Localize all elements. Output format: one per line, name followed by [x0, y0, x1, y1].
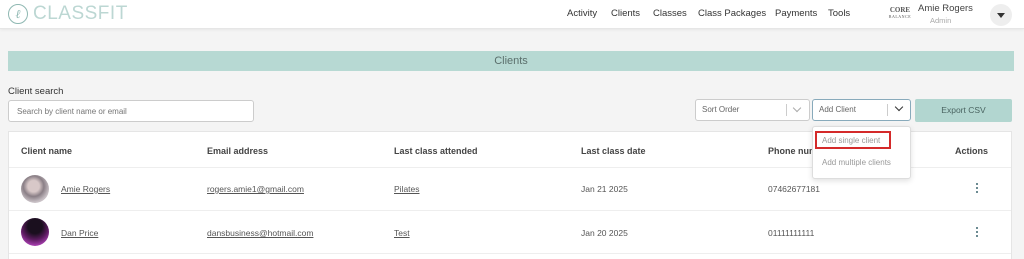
- add-client-label: Add Client: [819, 105, 856, 114]
- top-navbar: ℓ CLASSFIT Activity Clients Classes Clas…: [0, 0, 1024, 29]
- avatar[interactable]: [21, 218, 49, 246]
- highlight-annotation-box: [815, 131, 891, 149]
- avatar[interactable]: [21, 175, 49, 203]
- last-class-link[interactable]: Test: [394, 228, 410, 238]
- nav-item-activity[interactable]: Activity: [567, 8, 597, 19]
- column-header-last-date[interactable]: Last class date: [581, 146, 646, 156]
- client-name-link[interactable]: Dan Price: [61, 228, 98, 238]
- client-email-link[interactable]: dansbusiness@hotmail.com: [207, 228, 313, 238]
- chevron-down-icon: [792, 103, 802, 113]
- client-phone: 07462677181: [768, 184, 821, 194]
- client-email-link[interactable]: rogers.amie1@gmail.com: [207, 184, 304, 194]
- last-class-date: Jan 21 2025: [581, 184, 628, 194]
- column-header-phone[interactable]: Phone num: [768, 146, 817, 156]
- client-search-input[interactable]: [8, 100, 254, 122]
- sort-order-placeholder: Sort Order: [702, 105, 740, 114]
- client-phone: 01111111111: [768, 228, 815, 238]
- nav-item-tools[interactable]: Tools: [828, 8, 850, 19]
- row-divider: [9, 253, 1011, 254]
- last-class-link[interactable]: Pilates: [394, 184, 420, 194]
- nav-item-payments[interactable]: Payments: [775, 8, 817, 19]
- column-header-email[interactable]: Email address: [207, 146, 268, 156]
- row-divider: [9, 210, 1011, 211]
- nav-item-classes[interactable]: Classes: [653, 8, 687, 19]
- user-role: Admin: [930, 16, 952, 25]
- column-header-client-name[interactable]: Client name: [21, 146, 72, 156]
- last-class-date: Jan 20 2025: [581, 228, 628, 238]
- sort-order-select[interactable]: Sort Order: [695, 99, 810, 121]
- row-actions-kebab-icon[interactable]: [976, 183, 979, 193]
- page-title-banner: Clients: [8, 51, 1014, 71]
- studio-brand-logo: CORE BALANCE: [887, 6, 913, 20]
- select-separator: [786, 104, 787, 116]
- brand-tagline: BALANCE: [888, 14, 912, 19]
- classfit-logo[interactable]: ℓ CLASSFIT: [8, 3, 128, 25]
- nav-item-class-packages[interactable]: Class Packages: [698, 8, 766, 19]
- client-search-label: Client search: [8, 86, 64, 97]
- menu-item-add-multiple-clients[interactable]: Add multiple clients: [822, 158, 891, 167]
- row-actions-kebab-icon[interactable]: [976, 227, 979, 237]
- column-header-last-class[interactable]: Last class attended: [394, 146, 478, 156]
- brand-name: CORE: [889, 6, 911, 14]
- select-separator: [887, 104, 888, 116]
- export-csv-button[interactable]: Export CSV: [915, 99, 1012, 122]
- user-menu-caret-down-icon[interactable]: [990, 4, 1012, 26]
- column-header-actions: Actions: [955, 146, 989, 156]
- logo-mark-icon: ℓ: [8, 4, 28, 24]
- nav-item-clients[interactable]: Clients: [611, 8, 640, 19]
- logo-text: CLASSFIT: [33, 3, 128, 24]
- chevron-down-icon: [894, 102, 904, 112]
- client-name-link[interactable]: Amie Rogers: [61, 184, 110, 194]
- add-client-select[interactable]: Add Client: [812, 99, 911, 121]
- user-name: Amie Rogers: [918, 3, 973, 14]
